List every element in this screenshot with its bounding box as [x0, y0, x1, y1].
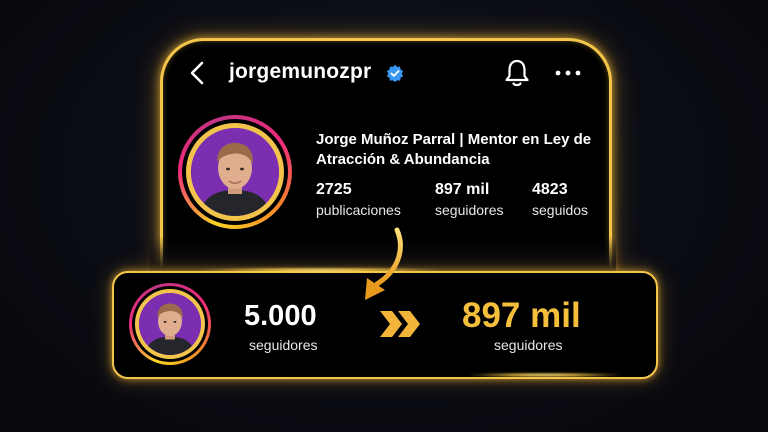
card-avatar — [139, 293, 201, 355]
bell-icon[interactable] — [503, 58, 531, 88]
more-options-icon[interactable] — [555, 70, 581, 76]
followers-after-label: seguidores — [494, 337, 563, 353]
followers-after-value: 897 mil — [462, 296, 581, 335]
profile-avatar[interactable] — [191, 128, 279, 216]
stat-following-label[interactable]: seguidos — [532, 202, 588, 218]
profile-username: jorgemunozpr — [229, 60, 372, 83]
stat-posts-label: publicaciones — [316, 202, 401, 218]
verified-badge-icon — [386, 64, 404, 82]
double-chevron-right-icon — [380, 311, 420, 337]
profile-display-name: Jorge Muñoz Parral | Mentor en Ley de At… — [316, 131, 592, 168]
stat-followers-count[interactable]: 897 mil — [435, 181, 489, 199]
stat-followers-label[interactable]: seguidores — [435, 202, 504, 218]
glow-accent — [470, 373, 620, 377]
followers-before-label: seguidores — [249, 337, 318, 353]
stat-following-count[interactable]: 4823 — [532, 181, 568, 199]
followers-before-value: 5.000 — [244, 300, 317, 332]
curved-arrow-icon — [365, 227, 403, 300]
stat-posts-count: 2725 — [316, 181, 352, 198]
back-icon[interactable] — [185, 60, 211, 86]
